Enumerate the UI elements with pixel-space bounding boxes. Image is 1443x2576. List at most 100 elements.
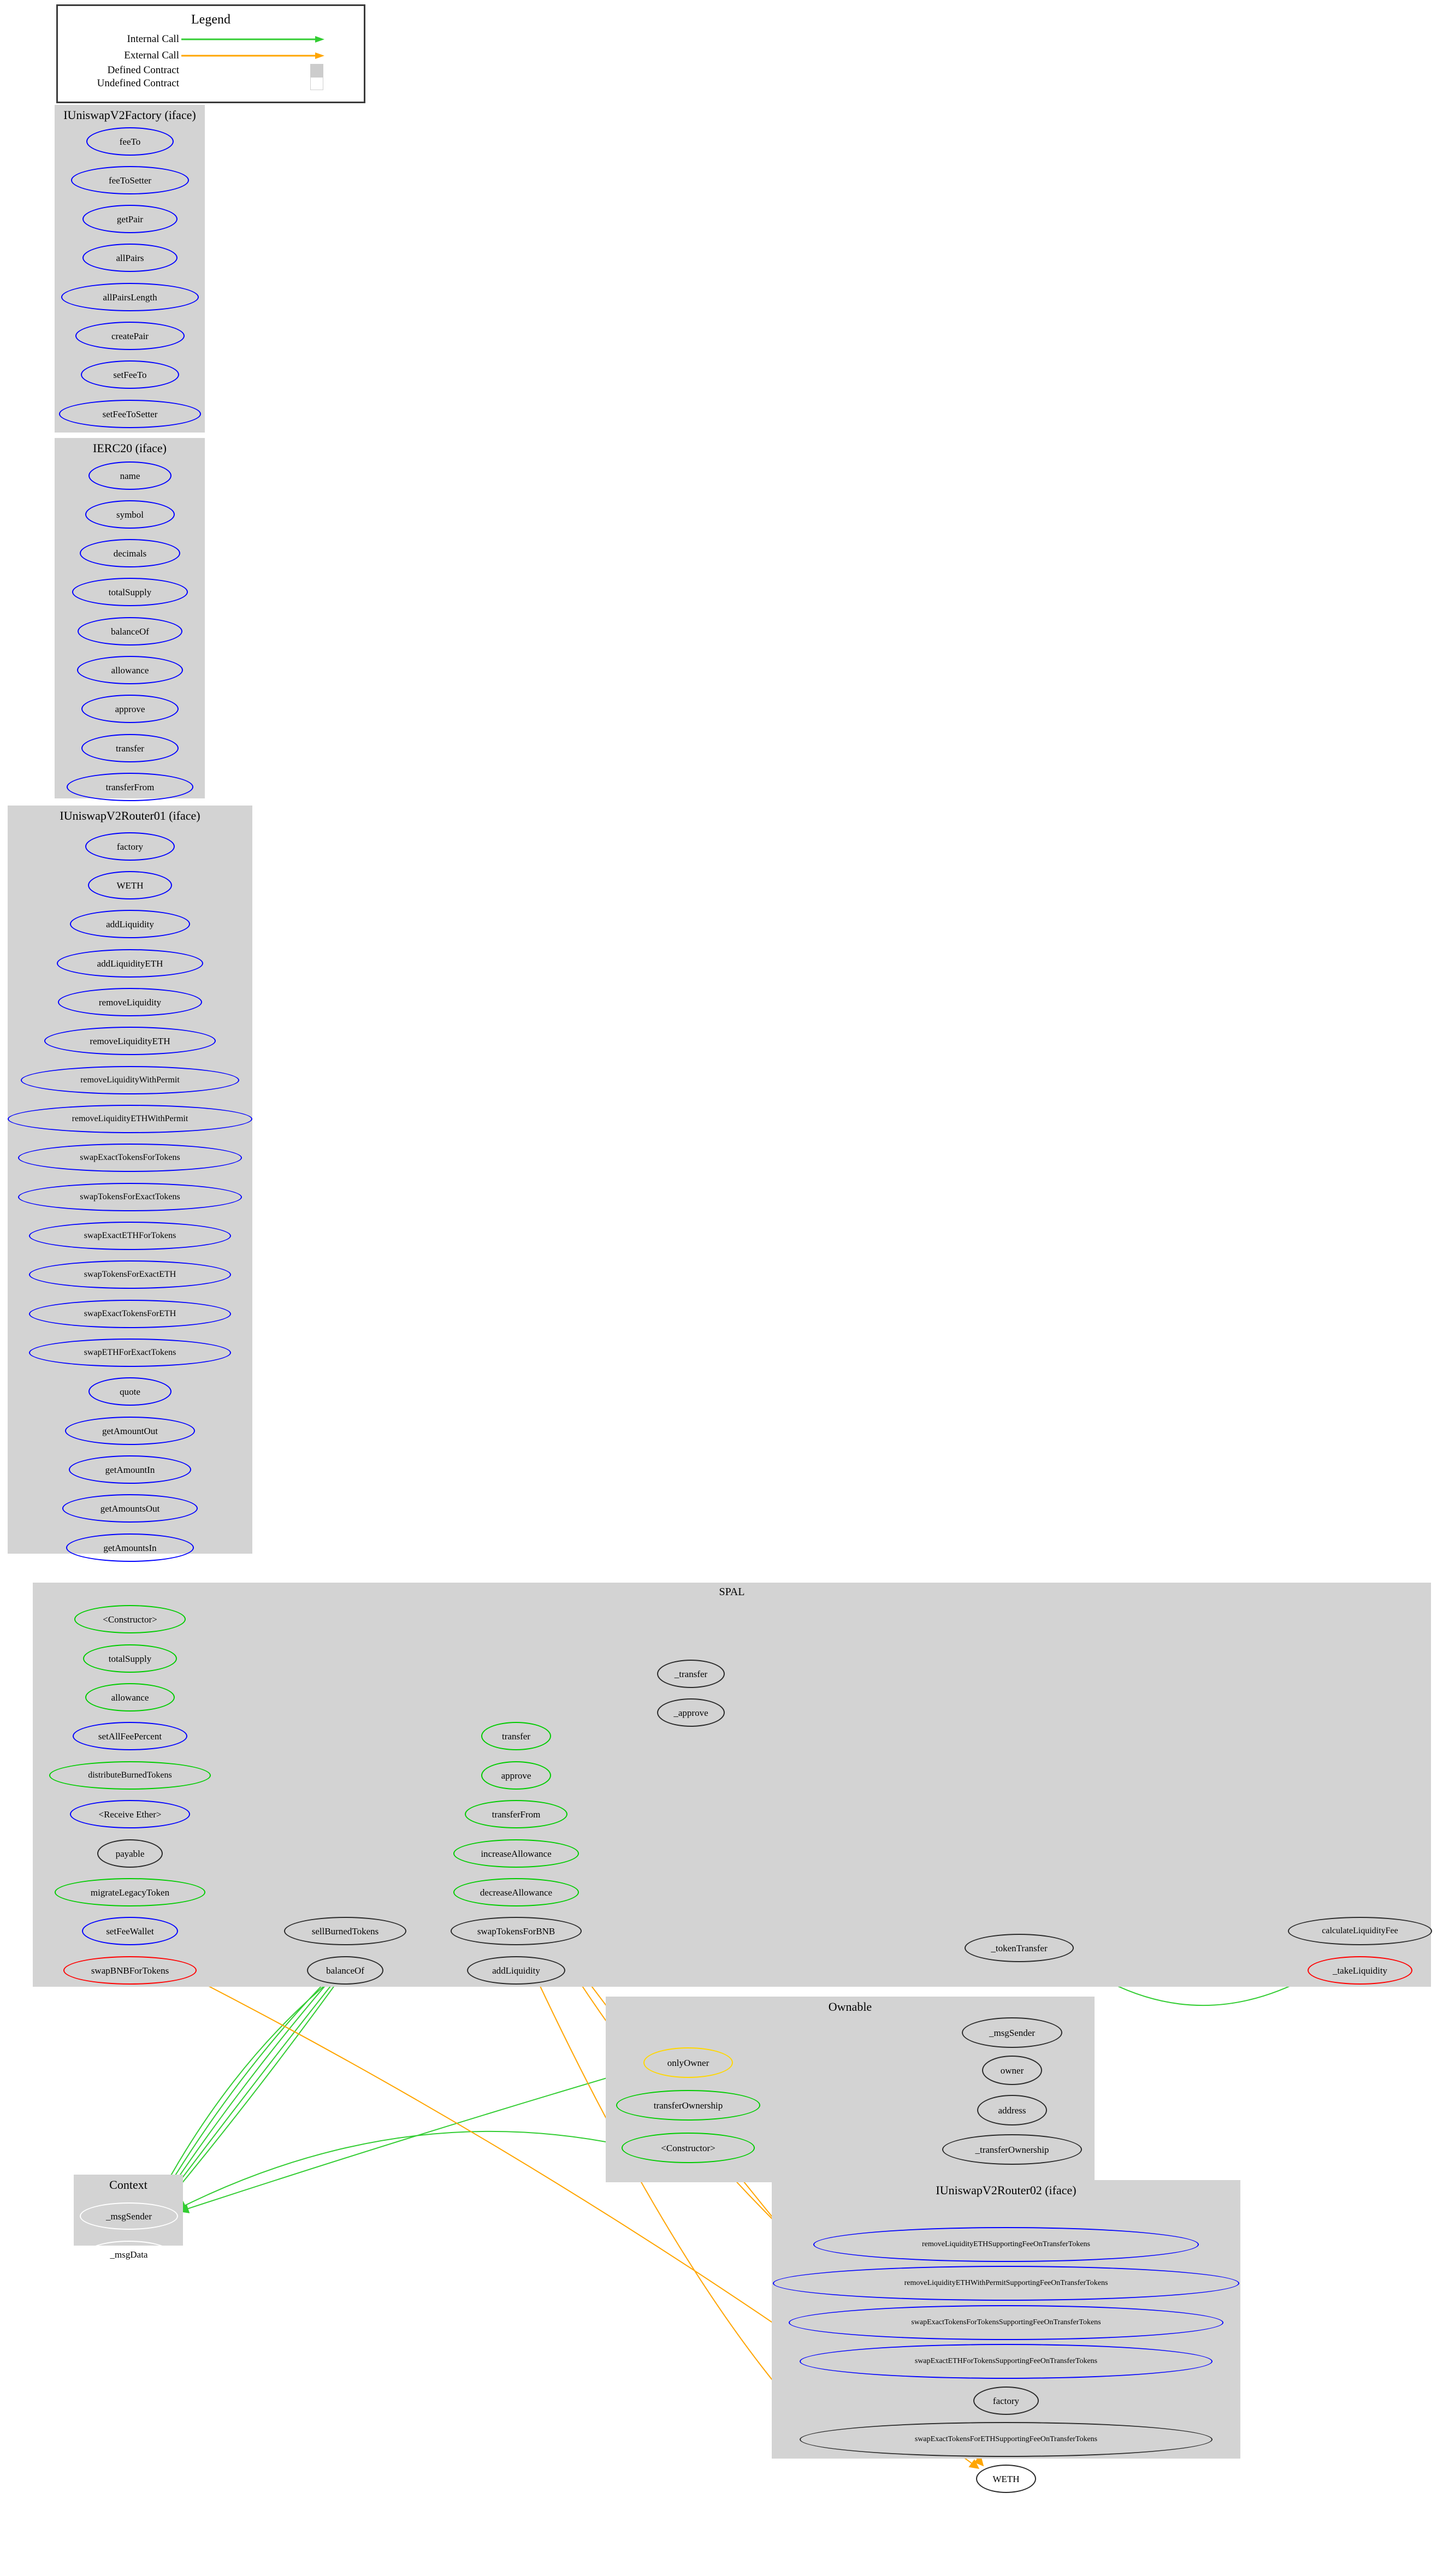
graph-node-name[interactable]: name [88, 461, 171, 490]
graph-node-swapbnbfortokens[interactable]: swapBNBForTokens [63, 1956, 197, 1985]
legend-label: Internal Call [127, 33, 180, 45]
graph-node-allowance[interactable]: allowance [77, 656, 183, 684]
graph-node-totalsupply[interactable]: totalSupply [72, 578, 188, 606]
graph-node-transfer[interactable]: transfer [481, 1722, 551, 1750]
graph-node-quote[interactable]: quote [88, 1377, 171, 1406]
graph-node--msgsender[interactable]: _msgSender [80, 2202, 178, 2230]
graph-node-totalsupply[interactable]: totalSupply [83, 1644, 177, 1673]
cluster-label-context: Context [109, 2178, 147, 2192]
graph-node-owner[interactable]: owner [982, 2056, 1042, 2085]
graph-node-getpair[interactable]: getPair [82, 205, 178, 233]
legend-row-external-call: External Call [58, 50, 360, 62]
graph-node-factory[interactable]: factory [85, 832, 175, 861]
graph-node-getamountsout[interactable]: getAmountsOut [62, 1494, 198, 1523]
graph-node-calculateliquidityfee[interactable]: calculateLiquidityFee [1288, 1917, 1432, 1945]
graph-node-address[interactable]: address [977, 2095, 1047, 2125]
graph-node-addliquidity[interactable]: addLiquidity [467, 1956, 565, 1985]
graph-node-setfeetosetter[interactable]: setFeeToSetter [59, 400, 201, 428]
cluster-label-iuniswapv2factory: IUniswapV2Factory (iface) [63, 108, 196, 122]
graph-node-allpairs[interactable]: allPairs [82, 244, 178, 272]
graph-node-constructor[interactable]: <Constructor> [74, 1605, 186, 1633]
graph-node-swapexacttokensfortokenssupportingfeeontransfertokens[interactable]: swapExactTokensForTokensSupportingFeeOnT… [789, 2305, 1223, 2340]
graph-node-setfeewallet[interactable]: setFeeWallet [82, 1917, 178, 1945]
graph-node-allpairslength[interactable]: allPairsLength [61, 283, 199, 311]
graph-node--transferownership[interactable]: _transferOwnership [942, 2134, 1082, 2165]
legend-arrow-icon [181, 52, 324, 59]
defined-contract-swatch [310, 64, 323, 77]
graph-node-swapethforexacttokens[interactable]: swapETHForExactTokens [29, 1339, 231, 1367]
graph-node-transferownership[interactable]: transferOwnership [616, 2090, 760, 2121]
graph-node-onlyowner[interactable]: onlyOwner [643, 2047, 733, 2078]
legend-label: Undefined Contract [97, 78, 179, 89]
graph-node-swaptokensforbnb[interactable]: swapTokensForBNB [451, 1917, 582, 1945]
graph-node-createpair[interactable]: createPair [75, 322, 185, 350]
graph-node-removeliquidityethwithpermitsupportingfeeontransfertokens[interactable]: removeLiquidityETHWithPermitSupportingFe… [773, 2266, 1239, 2301]
cluster-label-ownable: Ownable [828, 2000, 872, 2014]
cluster-label-iuniswapv2router02: IUniswapV2Router02 (iface) [936, 2183, 1077, 2197]
graph-node-increaseallowance[interactable]: increaseAllowance [453, 1839, 579, 1868]
legend-row-defined-contract: Defined Contract [58, 64, 360, 77]
graph-node-swapexactethfortokens[interactable]: swapExactETHForTokens [29, 1222, 231, 1250]
legend-label: External Call [124, 50, 179, 61]
graph-node-balanceof[interactable]: balanceOf [307, 1956, 383, 1985]
graph-node--msgdata[interactable]: _msgData [85, 2241, 173, 2268]
legend-panel: Legend Internal Call External Call Defined … [56, 4, 365, 103]
graph-node-decreaseallowance[interactable]: decreaseAllowance [453, 1878, 579, 1906]
graph-node-addliquidity[interactable]: addLiquidity [70, 910, 190, 938]
graph-node--msgsender[interactable]: _msgSender [962, 2017, 1062, 2048]
edge-constructor-to--msgsender [176, 2130, 624, 2210]
graph-node-weth[interactable]: WETH [976, 2465, 1036, 2493]
graph-node-distributeburnedtokens[interactable]: distributeBurnedTokens [49, 1761, 211, 1790]
cluster-label-spal: SPAL [719, 1586, 745, 1598]
legend-label: Defined Contract [107, 64, 179, 76]
graph-node-removeliquiditywithpermit[interactable]: removeLiquidityWithPermit [21, 1066, 239, 1094]
graph-node-decimals[interactable]: decimals [80, 539, 180, 567]
graph-node-feetosetter[interactable]: feeToSetter [71, 166, 189, 194]
legend-title: Legend [191, 13, 230, 27]
graph-node-transferfrom[interactable]: transferFrom [67, 773, 193, 801]
graph-node-swapexactethfortokenssupportingfeeontransfertokens[interactable]: swapExactETHForTokensSupportingFeeOnTran… [800, 2344, 1213, 2379]
graph-node-constructor[interactable]: <Constructor> [622, 2133, 755, 2163]
graph-node-approve[interactable]: approve [81, 695, 179, 723]
graph-node-balanceof[interactable]: balanceOf [78, 617, 182, 646]
graph-node-approve[interactable]: approve [481, 1761, 551, 1790]
graph-node-feeto[interactable]: feeTo [86, 127, 174, 156]
graph-node-symbol[interactable]: symbol [85, 500, 175, 529]
graph-node-allowance[interactable]: allowance [85, 1683, 175, 1712]
graph-node--tokentransfer[interactable]: _tokenTransfer [965, 1934, 1074, 1962]
graph-node-swapexacttokensforeth[interactable]: swapExactTokensForETH [29, 1300, 231, 1328]
graph-node-transfer[interactable]: transfer [81, 734, 179, 762]
graph-node-sellburnedtokens[interactable]: sellBurnedTokens [284, 1917, 406, 1945]
graph-node-transferfrom[interactable]: transferFrom [465, 1800, 567, 1828]
graph-node-setallfeepercent[interactable]: setAllFeePercent [73, 1722, 187, 1750]
graph-node-getamountin[interactable]: getAmountIn [69, 1455, 191, 1484]
graph-node-removeliquidityethsupportingfeeontransfertokens[interactable]: removeLiquidityETHSupportingFeeOnTransfe… [813, 2227, 1199, 2262]
graph-node-getamountsin[interactable]: getAmountsIn [66, 1533, 194, 1562]
graph-node-removeliquidity[interactable]: removeLiquidity [58, 988, 202, 1016]
graph-node--takeliquidity[interactable]: _takeLiquidity [1308, 1956, 1412, 1985]
cluster-spal [33, 1583, 1431, 1987]
cluster-label-iuniswapv2router01: IUniswapV2Router01 (iface) [60, 809, 200, 822]
graph-node-factory[interactable]: factory [973, 2386, 1039, 2415]
graph-node-receive-ether[interactable]: <Receive Ether> [70, 1800, 190, 1828]
graph-node-payable[interactable]: payable [97, 1839, 163, 1868]
graph-node--approve[interactable]: _approve [657, 1698, 725, 1727]
graph-node--transfer[interactable]: _transfer [657, 1660, 725, 1688]
graph-node-removeliquidityeth[interactable]: removeLiquidityETH [44, 1027, 216, 1055]
graph-node-swaptokensforexacttokens[interactable]: swapTokensForExactTokens [18, 1183, 242, 1211]
graph-node-swapexacttokensfortokens[interactable]: swapExactTokensForTokens [18, 1144, 242, 1172]
graph-node-weth[interactable]: WETH [88, 871, 172, 899]
graph-node-removeliquidityethwithpermit[interactable]: removeLiquidityETHWithPermit [8, 1105, 252, 1133]
call-graph-canvas: Legend Internal Call External Call Defined … [0, 0, 1443, 2576]
legend-row-internal-call: Internal Call [58, 33, 360, 45]
graph-node-swapexacttokensforethsupportingfeeontransfertokens[interactable]: swapExactTokensForETHSupportingFeeOnTran… [800, 2422, 1213, 2457]
graph-node-migratelegacytoken[interactable]: migrateLegacyToken [55, 1878, 205, 1906]
graph-node-getamountout[interactable]: getAmountOut [65, 1417, 195, 1445]
cluster-label-ierc20: IERC20 (iface) [93, 441, 167, 455]
edge-onlyowner-to--msgsender [179, 2066, 646, 2213]
graph-node-setfeeto[interactable]: setFeeTo [81, 360, 179, 389]
graph-node-addliquidityeth[interactable]: addLiquidityETH [57, 949, 203, 978]
undefined-contract-swatch [310, 77, 323, 90]
graph-node-swaptokensforexacteth[interactable]: swapTokensForExactETH [29, 1260, 231, 1289]
legend-arrow-icon [181, 36, 324, 43]
